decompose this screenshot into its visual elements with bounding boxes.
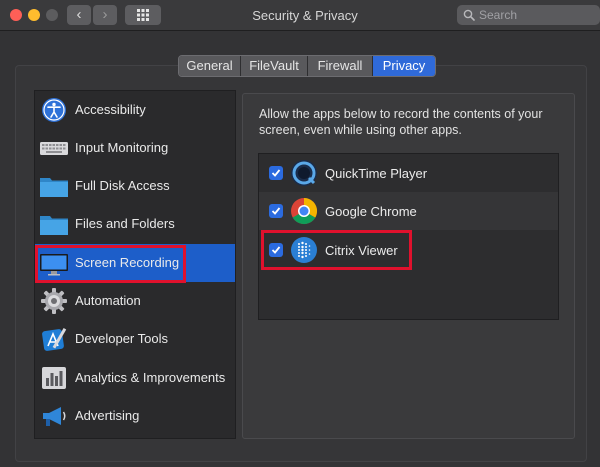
sidebar-item-files-and-folders[interactable]: Files and Folders: [35, 205, 235, 243]
tab-general[interactable]: General: [179, 56, 241, 76]
app-row-quicktime[interactable]: QuickTime Player: [259, 154, 558, 192]
quicktime-icon: [291, 160, 317, 186]
sidebar-item-label: Developer Tools: [75, 331, 168, 346]
megaphone-icon: [43, 407, 66, 426]
search-field[interactable]: [457, 5, 600, 25]
sidebar-item-label: Automation: [75, 293, 141, 308]
highlight-box: [35, 245, 186, 283]
tab-firewall[interactable]: Firewall: [308, 56, 373, 76]
app-row-chrome[interactable]: Google Chrome: [259, 192, 558, 230]
app-checkbox[interactable]: [269, 166, 283, 180]
minimize-window-button[interactable]: [28, 9, 40, 21]
search-input[interactable]: [479, 5, 594, 25]
sidebar-item-label: Input Monitoring: [75, 140, 169, 155]
keyboard-icon: [40, 142, 68, 155]
back-button[interactable]: ‹: [67, 5, 91, 25]
search-icon: [463, 9, 475, 21]
sidebar-item-full-disk-access[interactable]: Full Disk Access: [35, 167, 235, 205]
developer-tools-icon: [42, 327, 67, 351]
folder-icon: [40, 178, 68, 197]
app-name: QuickTime Player: [325, 166, 428, 181]
gear-icon: [41, 288, 67, 314]
app-name: Google Chrome: [325, 204, 417, 219]
app-checkbox[interactable]: [269, 204, 283, 218]
tab-filevault[interactable]: FileVault: [241, 56, 308, 76]
sidebar-item-analytics[interactable]: Analytics & Improvements: [35, 359, 235, 397]
folder-icon: [40, 216, 68, 235]
window-title: Security & Privacy: [252, 8, 358, 23]
sidebar-item-accessibility[interactable]: Accessibility: [35, 91, 235, 129]
analytics-icon: [42, 367, 66, 389]
accessibility-icon: [42, 98, 66, 122]
tab-bar: General FileVault Firewall Privacy: [178, 55, 436, 77]
sidebar-item-developer-tools[interactable]: Developer Tools: [35, 320, 235, 358]
security-privacy-window: ‹ › Security & Privacy General FileVault…: [0, 0, 600, 467]
title-bar: ‹ › Security & Privacy: [0, 0, 600, 31]
show-all-button[interactable]: [125, 5, 161, 25]
screen-recording-description: Allow the apps below to record the conte…: [259, 107, 543, 137]
close-window-button[interactable]: [10, 9, 22, 21]
sidebar-item-label: Files and Folders: [75, 216, 175, 231]
sidebar-item-label: Advertising: [75, 408, 140, 423]
sidebar-item-automation[interactable]: Automation: [35, 282, 235, 320]
zoom-window-button[interactable]: [46, 9, 58, 21]
chrome-icon: [291, 197, 318, 225]
sidebar-item-label: Accessibility: [75, 102, 146, 117]
sidebar-item-label: Analytics & Improvements: [75, 370, 226, 385]
sidebar-item-label: Full Disk Access: [75, 178, 170, 193]
sidebar-item-input-monitoring[interactable]: Input Monitoring: [35, 129, 235, 167]
highlight-box: [261, 230, 412, 270]
checkmark-icon: [271, 169, 281, 177]
grid-icon: [137, 9, 149, 21]
tab-privacy[interactable]: Privacy: [373, 56, 435, 76]
forward-button[interactable]: ›: [93, 5, 117, 25]
sidebar-item-advertising[interactable]: Advertising: [35, 397, 235, 435]
checkmark-icon: [271, 207, 281, 215]
